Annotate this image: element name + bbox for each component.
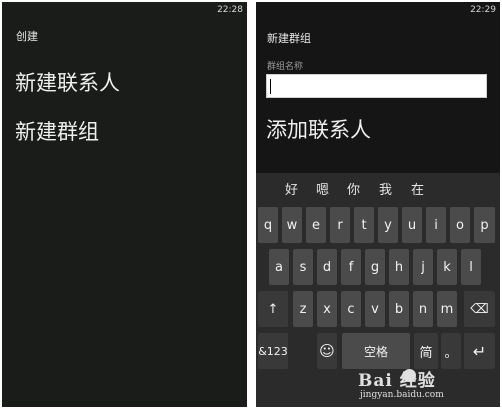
- paw-icon: [403, 369, 416, 382]
- key-o[interactable]: o: [450, 207, 470, 243]
- key-g[interactable]: g: [365, 249, 385, 285]
- key-y[interactable]: y: [378, 207, 398, 243]
- key-j[interactable]: j: [413, 249, 433, 285]
- space-key[interactable]: 空格: [342, 333, 410, 369]
- enter-key[interactable]: ↵: [464, 333, 495, 369]
- watermark-sub: jingyan.baidu.com: [360, 390, 444, 400]
- numbers-key[interactable]: &123: [258, 333, 288, 369]
- key-v[interactable]: v: [365, 291, 385, 327]
- page-title: 创建: [16, 30, 38, 43]
- backspace-key[interactable]: ⌫: [464, 291, 495, 327]
- key-r[interactable]: r: [330, 207, 350, 243]
- key-p[interactable]: p: [474, 207, 495, 243]
- shift-key[interactable]: ↑: [258, 291, 288, 327]
- suggestion-2[interactable]: 你: [347, 179, 360, 198]
- baidu-watermark: Bai 经验 jingyan.baidu.com: [358, 366, 444, 400]
- period-key[interactable]: 。: [441, 333, 461, 369]
- key-a[interactable]: a: [269, 249, 289, 285]
- key-l[interactable]: l: [461, 249, 481, 285]
- key-b[interactable]: b: [389, 291, 409, 327]
- suggestion-3[interactable]: 我: [379, 179, 392, 198]
- page-title: 新建群组: [267, 32, 311, 45]
- key-w[interactable]: w: [282, 207, 302, 243]
- add-contact-button[interactable]: 添加联系人: [266, 114, 371, 144]
- key-u[interactable]: u: [402, 207, 422, 243]
- emoji-key[interactable]: ☺: [317, 333, 337, 369]
- key-f[interactable]: f: [341, 249, 361, 285]
- suggestion-4[interactable]: 在: [411, 179, 424, 198]
- key-q[interactable]: q: [258, 207, 278, 243]
- key-s[interactable]: s: [293, 249, 313, 285]
- language-key[interactable]: 简: [414, 333, 438, 369]
- key-e[interactable]: e: [306, 207, 326, 243]
- group-name-input[interactable]: [266, 74, 487, 98]
- key-i[interactable]: i: [426, 207, 446, 243]
- key-z[interactable]: z: [293, 291, 313, 327]
- key-n[interactable]: n: [413, 291, 433, 327]
- suggestion-1[interactable]: 嗯: [316, 179, 329, 198]
- key-t[interactable]: t: [354, 207, 374, 243]
- key-k[interactable]: k: [437, 249, 457, 285]
- key-c[interactable]: c: [341, 291, 361, 327]
- new-group-screen: 22:29 新建群组 群组名称 添加联系人 好 嗯 你 我 在 q w e r …: [256, 2, 500, 407]
- key-x[interactable]: x: [317, 291, 337, 327]
- key-m[interactable]: m: [437, 291, 457, 327]
- new-contact-option[interactable]: 新建联系人: [15, 67, 120, 97]
- status-time: 22:29: [470, 5, 496, 15]
- new-group-option[interactable]: 新建群组: [15, 116, 99, 146]
- create-screen: 22:28 创建 新建联系人 新建群组: [2, 2, 247, 407]
- key-h[interactable]: h: [389, 249, 409, 285]
- text-caret: [270, 79, 271, 94]
- group-name-label: 群组名称: [267, 62, 304, 72]
- watermark-main: Bai 经验: [358, 371, 436, 391]
- suggestion-0[interactable]: 好: [285, 179, 298, 198]
- key-d[interactable]: d: [317, 249, 337, 285]
- status-time: 22:28: [217, 5, 243, 15]
